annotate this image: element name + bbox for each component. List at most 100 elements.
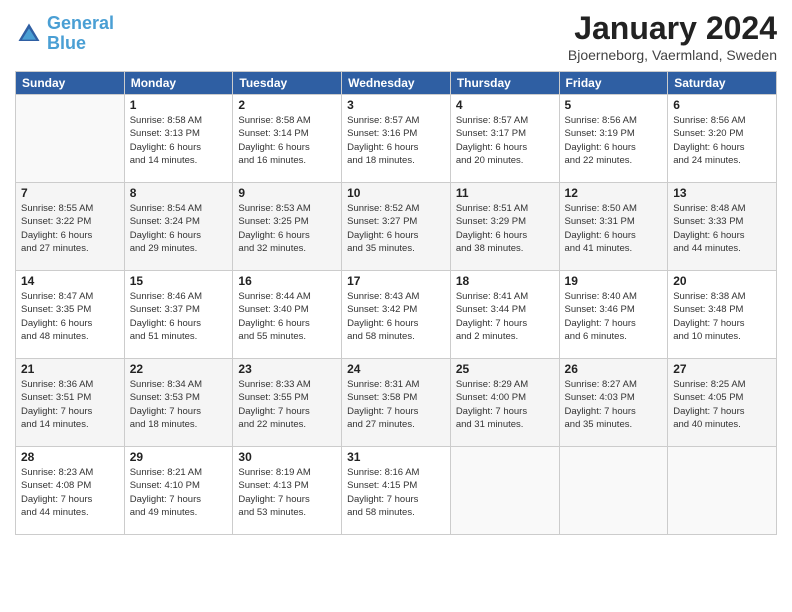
day-info: Sunrise: 8:54 AMSunset: 3:24 PMDaylight:… <box>130 202 228 255</box>
day-cell: 18 Sunrise: 8:41 AMSunset: 3:44 PMDayligh… <box>450 271 559 359</box>
day-info: Sunrise: 8:33 AMSunset: 3:55 PMDaylight:… <box>238 378 336 431</box>
day-number: 28 <box>21 450 119 464</box>
day-info: Sunrise: 8:31 AMSunset: 3:58 PMDaylight:… <box>347 378 445 431</box>
week-row-2: 14 Sunrise: 8:47 AMSunset: 3:35 PMDayligh… <box>16 271 777 359</box>
day-number: 10 <box>347 186 445 200</box>
day-info: Sunrise: 8:57 AMSunset: 3:16 PMDaylight:… <box>347 114 445 167</box>
day-number: 20 <box>673 274 771 288</box>
day-cell: 20 Sunrise: 8:38 AMSunset: 3:48 PMDayligh… <box>668 271 777 359</box>
day-info: Sunrise: 8:38 AMSunset: 3:48 PMDaylight:… <box>673 290 771 343</box>
day-cell: 11 Sunrise: 8:51 AMSunset: 3:29 PMDayligh… <box>450 183 559 271</box>
day-number: 12 <box>565 186 663 200</box>
header: General Blue January 2024 Bjoerneborg, V… <box>15 10 777 63</box>
day-cell: 6 Sunrise: 8:56 AMSunset: 3:20 PMDaylight… <box>668 95 777 183</box>
day-number: 22 <box>130 362 228 376</box>
day-info: Sunrise: 8:58 AMSunset: 3:14 PMDaylight:… <box>238 114 336 167</box>
day-cell: 5 Sunrise: 8:56 AMSunset: 3:19 PMDaylight… <box>559 95 668 183</box>
day-cell: 13 Sunrise: 8:48 AMSunset: 3:33 PMDayligh… <box>668 183 777 271</box>
day-number: 14 <box>21 274 119 288</box>
day-cell: 16Sunrise: 8:44 AMSunset: 3:40 PMDayligh… <box>233 271 342 359</box>
day-info: Sunrise: 8:21 AMSunset: 4:10 PMDaylight:… <box>130 466 228 519</box>
day-number: 17 <box>347 274 445 288</box>
day-cell: 10 Sunrise: 8:52 AMSunset: 3:27 PMDayligh… <box>342 183 451 271</box>
day-cell: 25 Sunrise: 8:29 AMSunset: 4:00 PMDayligh… <box>450 359 559 447</box>
day-info: Sunrise: 8:48 AMSunset: 3:33 PMDaylight:… <box>673 202 771 255</box>
day-info: Sunrise: 8:43 AMSunset: 3:42 PMDaylight:… <box>347 290 445 343</box>
day-info: Sunrise: 8:41 AMSunset: 3:44 PMDaylight:… <box>456 290 554 343</box>
day-number: 7 <box>21 186 119 200</box>
day-cell: 12 Sunrise: 8:50 AMSunset: 3:31 PMDayligh… <box>559 183 668 271</box>
day-number: 26 <box>565 362 663 376</box>
day-cell: 30Sunrise: 8:19 AMSunset: 4:13 PMDayligh… <box>233 447 342 535</box>
day-number: 27 <box>673 362 771 376</box>
day-number: 1 <box>130 98 228 112</box>
day-cell: 1Sunrise: 8:58 AMSunset: 3:13 PMDaylight… <box>124 95 233 183</box>
col-header-friday: Friday <box>559 72 668 95</box>
day-info: Sunrise: 8:57 AMSunset: 3:17 PMDaylight:… <box>456 114 554 167</box>
day-cell: 19 Sunrise: 8:40 AMSunset: 3:46 PMDayligh… <box>559 271 668 359</box>
day-number: 13 <box>673 186 771 200</box>
day-cell: 31Sunrise: 8:16 AMSunset: 4:15 PMDayligh… <box>342 447 451 535</box>
day-cell: 29 Sunrise: 8:21 AMSunset: 4:10 PMDayligh… <box>124 447 233 535</box>
day-cell: 15 Sunrise: 8:46 AMSunset: 3:37 PMDayligh… <box>124 271 233 359</box>
day-number: 11 <box>456 186 554 200</box>
day-cell: 27 Sunrise: 8:25 AMSunset: 4:05 PMDayligh… <box>668 359 777 447</box>
day-cell: 7 Sunrise: 8:55 AMSunset: 3:22 PMDaylight… <box>16 183 125 271</box>
logo-icon <box>15 20 43 48</box>
day-number: 3 <box>347 98 445 112</box>
day-info: Sunrise: 8:46 AMSunset: 3:37 PMDaylight:… <box>130 290 228 343</box>
day-info: Sunrise: 8:19 AMSunset: 4:13 PMDaylight:… <box>238 466 336 519</box>
day-info: Sunrise: 8:29 AMSunset: 4:00 PMDaylight:… <box>456 378 554 431</box>
day-info: Sunrise: 8:23 AMSunset: 4:08 PMDaylight:… <box>21 466 119 519</box>
day-info: Sunrise: 8:50 AMSunset: 3:31 PMDaylight:… <box>565 202 663 255</box>
week-row-0: 1Sunrise: 8:58 AMSunset: 3:13 PMDaylight… <box>16 95 777 183</box>
logo: General Blue <box>15 14 114 54</box>
day-cell: 23Sunrise: 8:33 AMSunset: 3:55 PMDayligh… <box>233 359 342 447</box>
day-number: 19 <box>565 274 663 288</box>
day-cell: 21 Sunrise: 8:36 AMSunset: 3:51 PMDayligh… <box>16 359 125 447</box>
day-cell <box>450 447 559 535</box>
day-info: Sunrise: 8:51 AMSunset: 3:29 PMDaylight:… <box>456 202 554 255</box>
day-number: 9 <box>238 186 336 200</box>
col-header-monday: Monday <box>124 72 233 95</box>
day-cell: 9Sunrise: 8:53 AMSunset: 3:25 PMDaylight… <box>233 183 342 271</box>
day-cell <box>668 447 777 535</box>
day-info: Sunrise: 8:56 AMSunset: 3:20 PMDaylight:… <box>673 114 771 167</box>
day-info: Sunrise: 8:40 AMSunset: 3:46 PMDaylight:… <box>565 290 663 343</box>
day-number: 29 <box>130 450 228 464</box>
day-info: Sunrise: 8:34 AMSunset: 3:53 PMDaylight:… <box>130 378 228 431</box>
week-row-4: 28 Sunrise: 8:23 AMSunset: 4:08 PMDayligh… <box>16 447 777 535</box>
day-cell <box>16 95 125 183</box>
col-header-thursday: Thursday <box>450 72 559 95</box>
calendar-table: SundayMondayTuesdayWednesdayThursdayFrid… <box>15 71 777 535</box>
day-number: 4 <box>456 98 554 112</box>
day-number: 6 <box>673 98 771 112</box>
day-number: 25 <box>456 362 554 376</box>
day-info: Sunrise: 8:47 AMSunset: 3:35 PMDaylight:… <box>21 290 119 343</box>
day-cell: 8 Sunrise: 8:54 AMSunset: 3:24 PMDaylight… <box>124 183 233 271</box>
day-number: 8 <box>130 186 228 200</box>
day-info: Sunrise: 8:25 AMSunset: 4:05 PMDaylight:… <box>673 378 771 431</box>
week-row-1: 7 Sunrise: 8:55 AMSunset: 3:22 PMDaylight… <box>16 183 777 271</box>
day-cell: 26 Sunrise: 8:27 AMSunset: 4:03 PMDayligh… <box>559 359 668 447</box>
day-cell: 14 Sunrise: 8:47 AMSunset: 3:35 PMDayligh… <box>16 271 125 359</box>
day-number: 15 <box>130 274 228 288</box>
col-header-wednesday: Wednesday <box>342 72 451 95</box>
month-title: January 2024 <box>568 10 777 47</box>
day-info: Sunrise: 8:27 AMSunset: 4:03 PMDaylight:… <box>565 378 663 431</box>
week-row-3: 21 Sunrise: 8:36 AMSunset: 3:51 PMDayligh… <box>16 359 777 447</box>
day-number: 5 <box>565 98 663 112</box>
day-cell: 28 Sunrise: 8:23 AMSunset: 4:08 PMDayligh… <box>16 447 125 535</box>
day-info: Sunrise: 8:36 AMSunset: 3:51 PMDaylight:… <box>21 378 119 431</box>
day-cell: 4 Sunrise: 8:57 AMSunset: 3:17 PMDaylight… <box>450 95 559 183</box>
col-header-tuesday: Tuesday <box>233 72 342 95</box>
day-number: 18 <box>456 274 554 288</box>
location: Bjoerneborg, Vaermland, Sweden <box>568 47 777 63</box>
day-number: 2 <box>238 98 336 112</box>
day-info: Sunrise: 8:55 AMSunset: 3:22 PMDaylight:… <box>21 202 119 255</box>
day-cell: 22 Sunrise: 8:34 AMSunset: 3:53 PMDayligh… <box>124 359 233 447</box>
day-number: 21 <box>21 362 119 376</box>
day-info: Sunrise: 8:56 AMSunset: 3:19 PMDaylight:… <box>565 114 663 167</box>
logo-text: General Blue <box>47 14 114 54</box>
day-info: Sunrise: 8:52 AMSunset: 3:27 PMDaylight:… <box>347 202 445 255</box>
